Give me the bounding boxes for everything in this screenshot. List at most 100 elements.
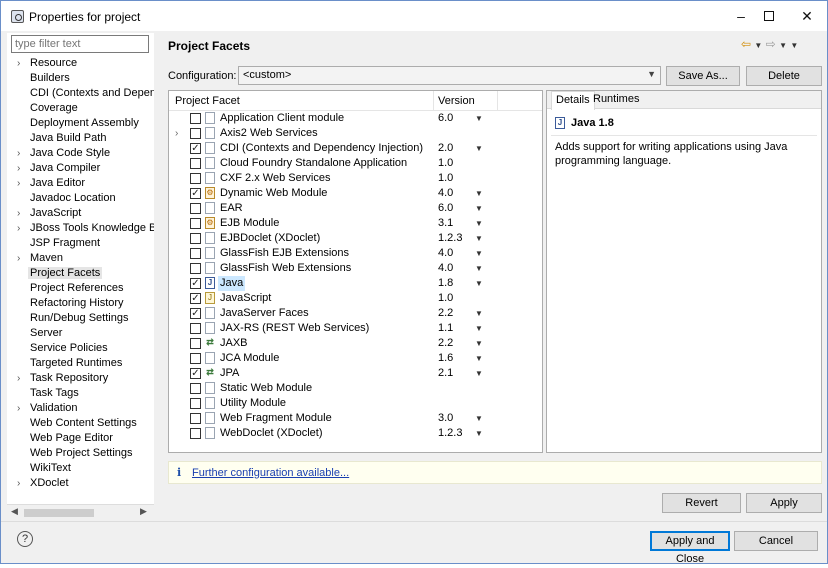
facet-version[interactable]: 1.2.3 [438, 231, 462, 246]
sidebar-item[interactable]: Java Build Path [7, 131, 154, 146]
facet-version[interactable]: 1.1 [438, 321, 453, 336]
sidebar-item[interactable]: › Java Code Style [7, 146, 154, 161]
facet-version[interactable]: 2.1 [438, 366, 453, 381]
facet-checkbox[interactable] [190, 398, 201, 409]
sidebar-item[interactable]: Web Project Settings [7, 446, 154, 461]
chevron-right-icon[interactable]: › [17, 176, 20, 191]
version-dropdown-icon[interactable]: ▼ [475, 111, 483, 126]
chevron-right-icon[interactable]: › [17, 56, 20, 71]
version-dropdown-icon[interactable]: ▼ [475, 366, 483, 381]
chevron-right-icon[interactable]: › [17, 146, 20, 161]
facet-version[interactable]: 3.0 [438, 411, 453, 426]
facet-version[interactable]: 1.2.3 [438, 426, 462, 441]
facet-version[interactable]: 1.8 [438, 276, 453, 291]
forward-arrow-icon[interactable]: ⇨ [766, 37, 776, 51]
version-dropdown-icon[interactable]: ▼ [475, 261, 483, 276]
facet-row[interactable]: ✓ J Java 1.8 ▼ [169, 276, 542, 291]
sidebar-item[interactable]: Run/Debug Settings [7, 311, 154, 326]
facet-row[interactable]: Static Web Module [169, 381, 542, 396]
version-dropdown-icon[interactable]: ▼ [475, 186, 483, 201]
chevron-right-icon[interactable]: › [175, 126, 178, 141]
sidebar-item[interactable]: Targeted Runtimes [7, 356, 154, 371]
facet-checkbox[interactable] [190, 338, 201, 349]
facet-row[interactable]: GlassFish Web Extensions 4.0 ▼ [169, 261, 542, 276]
chevron-right-icon[interactable]: › [17, 251, 20, 266]
facet-checkbox[interactable]: ✓ [190, 293, 201, 304]
version-dropdown-icon[interactable]: ▼ [475, 426, 483, 441]
facet-checkbox[interactable]: ✓ [190, 368, 201, 379]
sidebar-item[interactable]: Web Content Settings [7, 416, 154, 431]
facet-checkbox[interactable]: ✓ [190, 143, 201, 154]
facet-version[interactable]: 2.0 [438, 141, 453, 156]
facet-version[interactable]: 1.6 [438, 351, 453, 366]
facet-version[interactable]: 4.0 [438, 246, 453, 261]
facet-checkbox[interactable] [190, 173, 201, 184]
facet-row[interactable]: ✓ J JavaScript 1.0 [169, 291, 542, 306]
facet-row[interactable]: GlassFish EJB Extensions 4.0 ▼ [169, 246, 542, 261]
facet-checkbox[interactable] [190, 233, 201, 244]
further-configuration-link[interactable]: Further configuration available... [192, 467, 349, 479]
maximize-button[interactable] [749, 1, 789, 31]
facet-checkbox[interactable] [190, 383, 201, 394]
facet-checkbox[interactable] [190, 218, 201, 229]
facet-checkbox[interactable] [190, 413, 201, 424]
chevron-right-icon[interactable]: › [17, 206, 20, 221]
chevron-right-icon[interactable]: › [17, 161, 20, 176]
sidebar-item[interactable]: Task Tags [7, 386, 154, 401]
sidebar-item[interactable]: Web Page Editor [7, 431, 154, 446]
version-dropdown-icon[interactable]: ▼ [475, 336, 483, 351]
facet-checkbox[interactable]: ✓ [190, 278, 201, 289]
facet-row[interactable]: ⇄ JAXB 2.2 ▼ [169, 336, 542, 351]
facet-row[interactable]: › Axis2 Web Services [169, 126, 542, 141]
facet-checkbox[interactable] [190, 203, 201, 214]
sidebar-horizontal-scrollbar[interactable]: ◀ ▶ [7, 504, 154, 519]
sidebar-item[interactable]: CDI (Contexts and Depende [7, 86, 154, 101]
back-dropdown-icon[interactable]: ▼ [754, 41, 762, 50]
sidebar-item[interactable]: › Validation [7, 401, 154, 416]
version-dropdown-icon[interactable]: ▼ [475, 411, 483, 426]
facet-checkbox[interactable] [190, 323, 201, 334]
sidebar-item[interactable]: › Resource [7, 56, 154, 71]
version-dropdown-icon[interactable]: ▼ [475, 276, 483, 291]
version-dropdown-icon[interactable]: ▼ [475, 246, 483, 261]
version-dropdown-icon[interactable]: ▼ [475, 231, 483, 246]
sidebar-item[interactable]: Server [7, 326, 154, 341]
facet-row[interactable]: Cloud Foundry Standalone Application 1.0 [169, 156, 542, 171]
filter-input[interactable] [11, 35, 149, 53]
facet-row[interactable]: ✓ ⇄ JPA 2.1 ▼ [169, 366, 542, 381]
facet-version[interactable]: 2.2 [438, 336, 453, 351]
scroll-left-icon[interactable]: ◀ [11, 506, 18, 517]
help-icon[interactable]: ? [17, 531, 33, 547]
facet-row[interactable]: Web Fragment Module 3.0 ▼ [169, 411, 542, 426]
facet-checkbox[interactable] [190, 353, 201, 364]
sidebar-item[interactable]: Builders [7, 71, 154, 86]
revert-button[interactable]: Revert [662, 493, 741, 513]
version-dropdown-icon[interactable]: ▼ [475, 201, 483, 216]
facet-checkbox[interactable] [190, 158, 201, 169]
save-as-button[interactable]: Save As... [666, 66, 740, 86]
facet-row[interactable]: EJBDoclet (XDoclet) 1.2.3 ▼ [169, 231, 542, 246]
facet-row[interactable]: CXF 2.x Web Services 1.0 [169, 171, 542, 186]
chevron-right-icon[interactable]: › [17, 476, 20, 491]
tab-runtimes[interactable]: Runtimes [589, 91, 643, 109]
sidebar-item[interactable]: Refactoring History [7, 296, 154, 311]
facet-row[interactable]: JAX-RS (REST Web Services) 1.1 ▼ [169, 321, 542, 336]
facet-version[interactable]: 4.0 [438, 186, 453, 201]
facet-checkbox[interactable]: ✓ [190, 188, 201, 199]
view-menu-icon[interactable]: ▼ [790, 41, 798, 50]
chevron-right-icon[interactable]: › [17, 221, 20, 236]
facet-row[interactable]: ⚙ EJB Module 3.1 ▼ [169, 216, 542, 231]
sidebar-item[interactable]: Deployment Assembly [7, 116, 154, 131]
chevron-right-icon[interactable]: › [17, 401, 20, 416]
scrollbar-thumb[interactable] [24, 509, 94, 517]
column-header-facet[interactable]: Project Facet [175, 95, 240, 107]
sidebar-item[interactable]: Javadoc Location [7, 191, 154, 206]
version-dropdown-icon[interactable]: ▼ [475, 216, 483, 231]
facet-checkbox[interactable] [190, 248, 201, 259]
sidebar-item[interactable]: › Java Compiler [7, 161, 154, 176]
scroll-right-icon[interactable]: ▶ [140, 506, 147, 517]
facet-checkbox[interactable]: ✓ [190, 308, 201, 319]
facet-version[interactable]: 3.1 [438, 216, 453, 231]
facet-version[interactable]: 2.2 [438, 306, 453, 321]
facet-row[interactable]: ✓ JavaServer Faces 2.2 ▼ [169, 306, 542, 321]
